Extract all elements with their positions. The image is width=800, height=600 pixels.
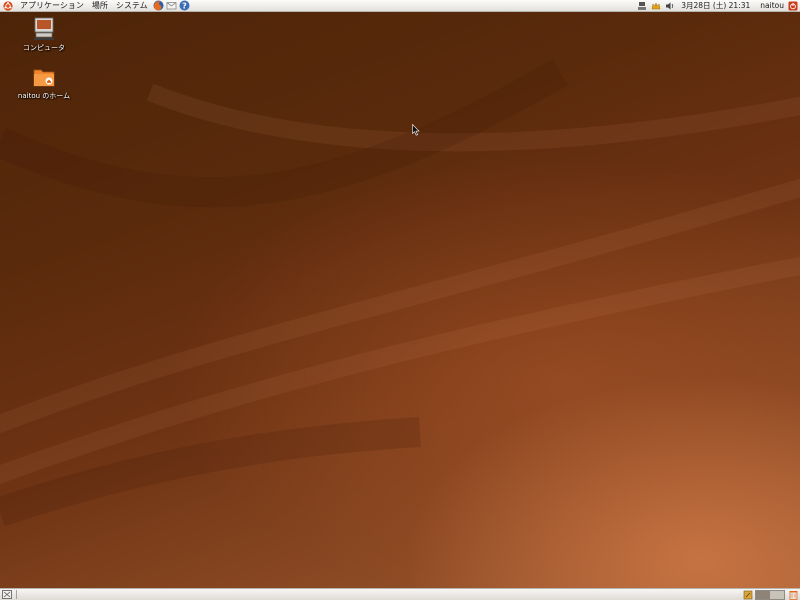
menu-system[interactable]: システム	[112, 0, 152, 12]
trash-icon[interactable]	[789, 590, 798, 600]
menu-applications[interactable]: アプリケーション	[16, 0, 88, 12]
desktop-icon-computer-label: コンピュータ	[23, 44, 65, 52]
firefox-icon[interactable]	[153, 0, 164, 11]
wallpaper-streaks	[0, 59, 800, 527]
main-menu-bar: アプリケーション 場所 システム ?	[0, 0, 191, 12]
volume-icon[interactable]	[665, 1, 675, 11]
bottom-panel	[0, 588, 800, 600]
show-desktop-icon[interactable]	[2, 590, 12, 599]
network-icon[interactable]	[637, 1, 647, 11]
desktop-icon-home-label: naitou のホーム	[17, 92, 71, 100]
clock[interactable]: 3月28日 (土) 21:31	[677, 0, 754, 11]
workspace-switcher[interactable]	[755, 589, 785, 600]
panel-separator	[16, 590, 17, 599]
mouse-cursor-icon	[412, 124, 420, 136]
panel-tray: 3月28日 (土) 21:31 naitou	[635, 0, 800, 12]
workspace-1[interactable]	[756, 590, 770, 599]
computer-icon	[34, 17, 54, 40]
update-notifier-icon[interactable]	[651, 1, 661, 11]
help-icon[interactable]: ?	[179, 0, 190, 11]
notes-icon[interactable]	[743, 590, 753, 600]
desktop-icon-home[interactable]: naitou のホーム	[14, 65, 74, 101]
bottom-panel-right	[741, 589, 800, 600]
ubuntu-logo-icon[interactable]	[3, 0, 13, 11]
user-switcher[interactable]: naitou	[754, 1, 786, 10]
menu-places[interactable]: 場所	[88, 0, 112, 12]
desktop-icon-computer[interactable]: コンピュータ	[14, 17, 74, 53]
shutdown-icon[interactable]	[788, 1, 798, 11]
mail-icon[interactable]	[166, 0, 177, 11]
home-folder-icon	[33, 69, 55, 87]
svg-text:?: ?	[182, 1, 187, 10]
top-panel: アプリケーション 場所 システム ? 3月28日 (土) 21:31 naito…	[0, 0, 800, 12]
workspace-2[interactable]	[770, 590, 784, 599]
